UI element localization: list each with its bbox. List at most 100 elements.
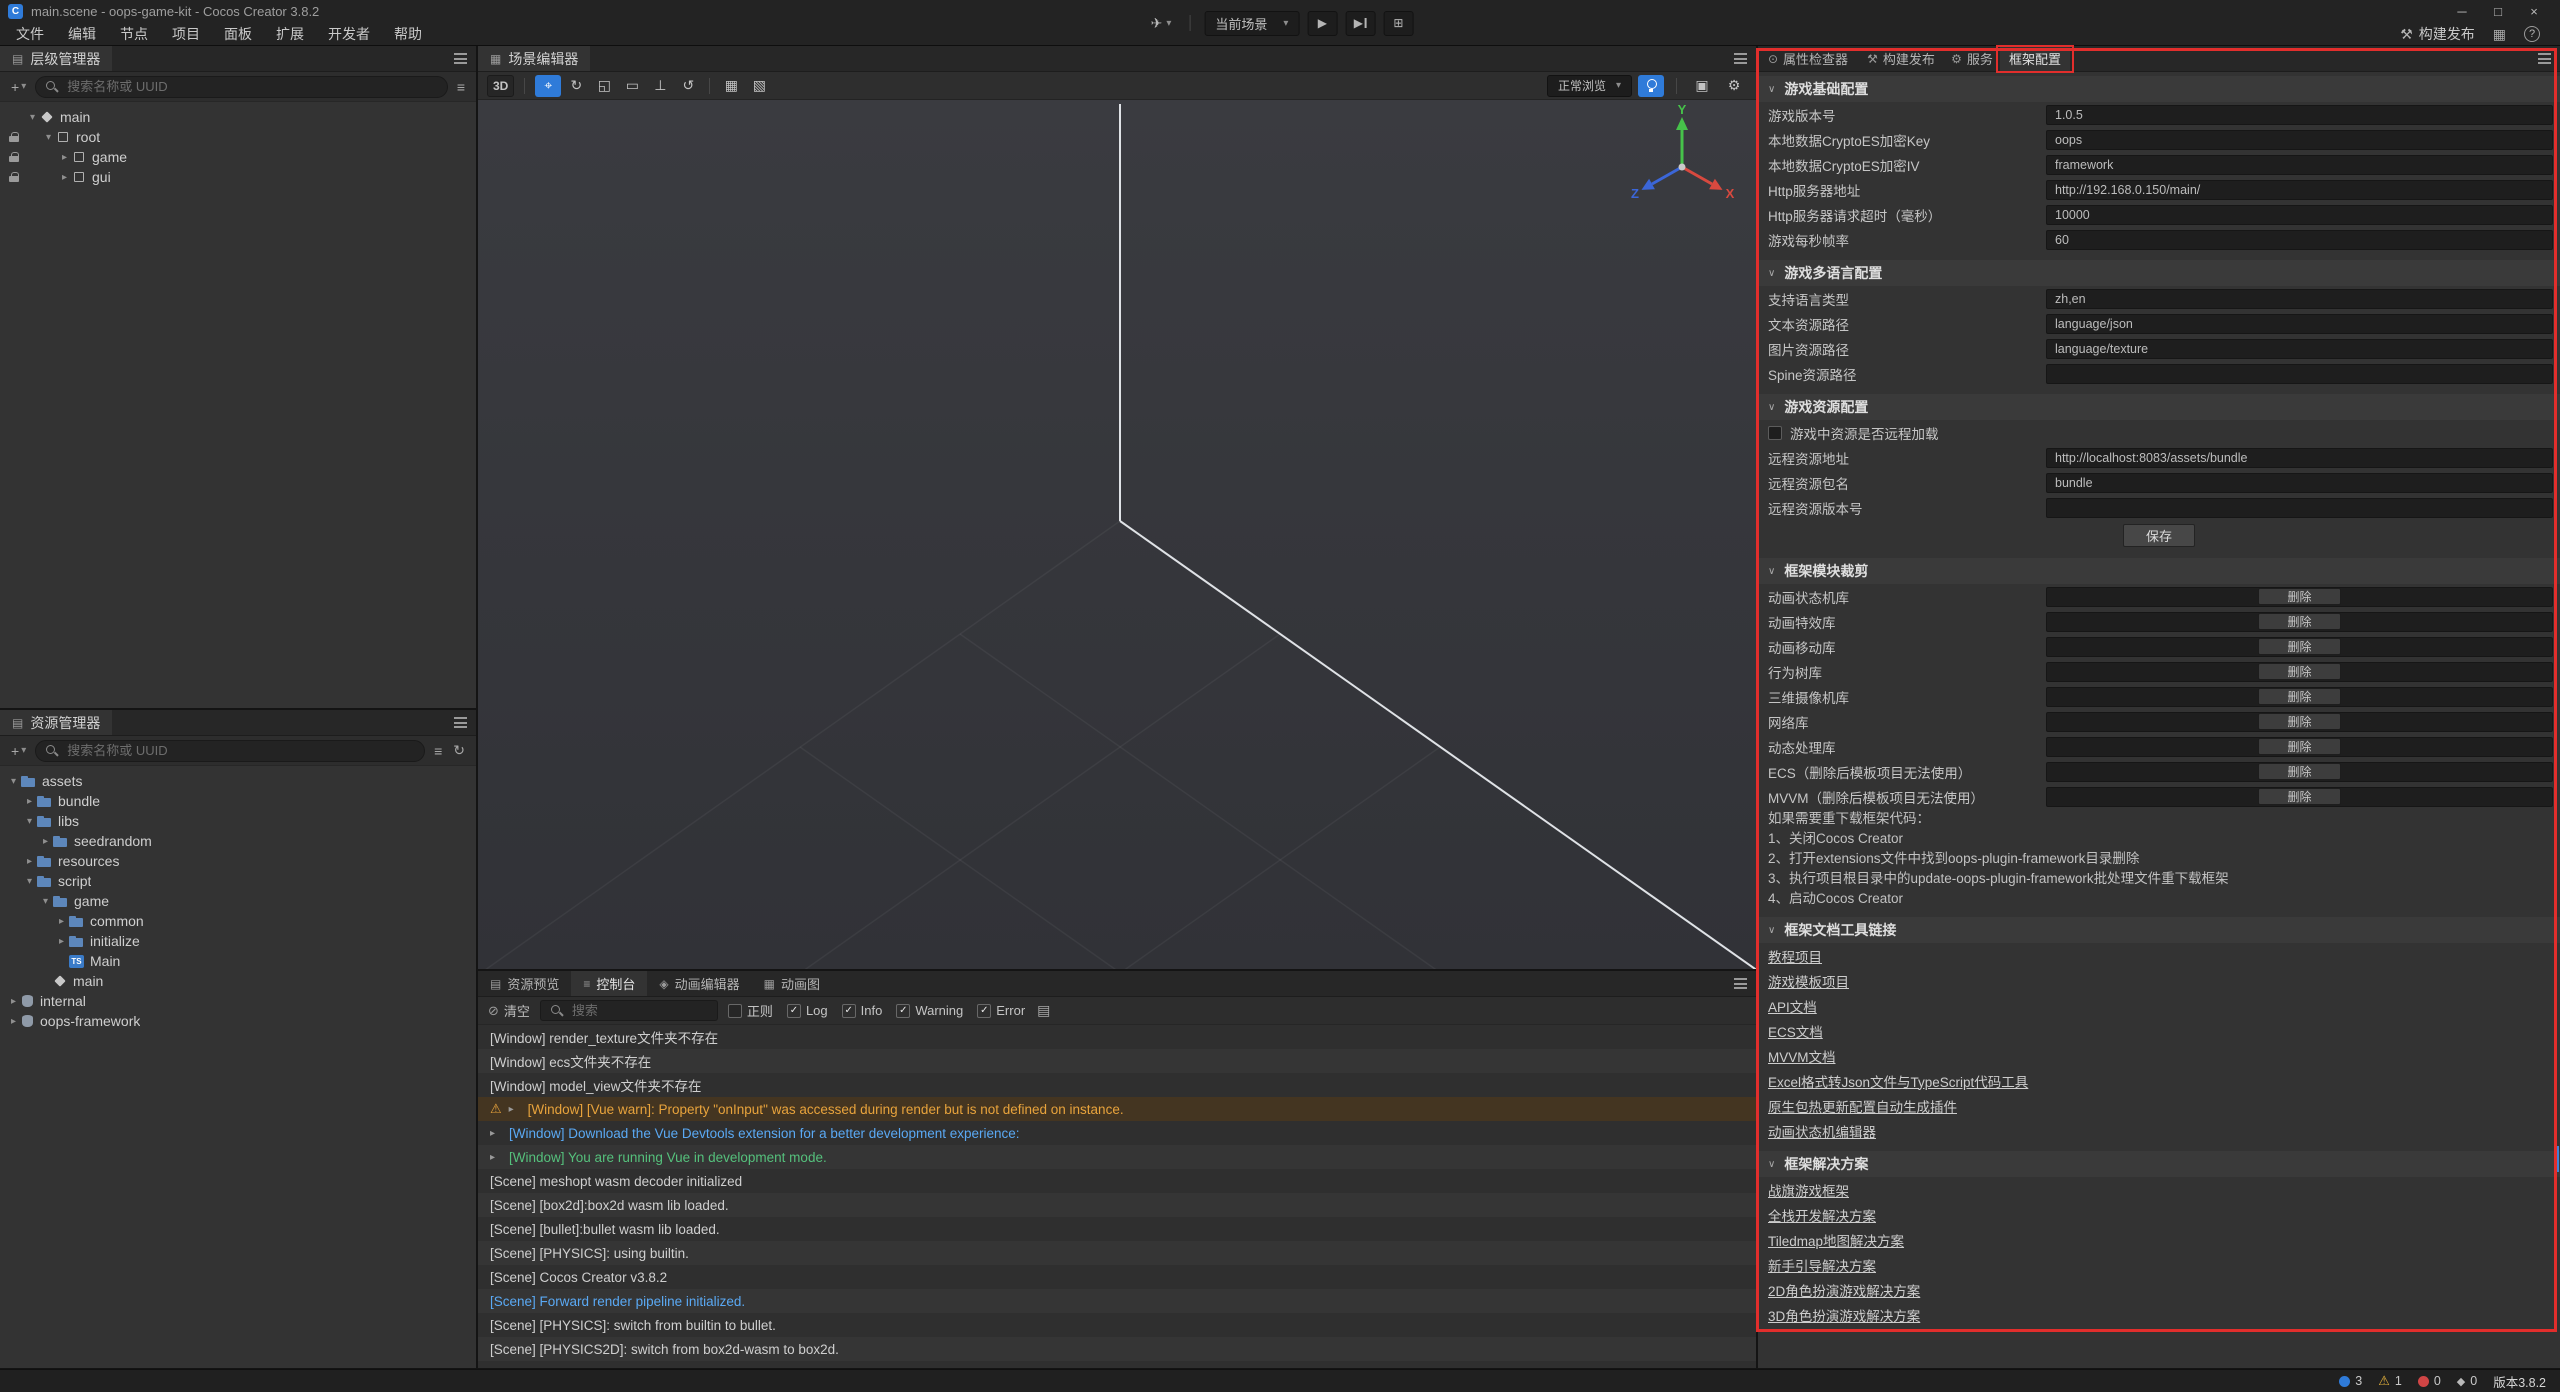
checkbox-icon[interactable]: ✓ bbox=[977, 1004, 991, 1018]
doc-link[interactable]: 全栈开发解决方案 bbox=[1768, 1205, 1876, 1225]
collapse-icon[interactable]: ▾ bbox=[38, 896, 53, 907]
tree-row[interactable]: ▸gui bbox=[6, 167, 476, 187]
panel-menu-button[interactable] bbox=[2528, 46, 2560, 71]
log-row[interactable]: [Scene] Cocos Creator v3.8.2 bbox=[478, 1265, 1756, 1289]
delete-button[interactable]: 删除 bbox=[2258, 588, 2340, 605]
view-mode-dropdown[interactable]: 正常浏览 ▾ bbox=[1547, 75, 1632, 97]
tree-row[interactable]: main bbox=[6, 971, 476, 991]
section-basic-header[interactable]: ∨ 游戏基础配置 bbox=[1758, 76, 2560, 102]
expand-icon[interactable]: ▸ bbox=[22, 856, 37, 867]
text-field[interactable]: language/texture bbox=[2046, 339, 2553, 359]
preview-window-icon[interactable]: ▦ bbox=[2491, 26, 2508, 43]
info-count[interactable]: 3 bbox=[2339, 1374, 2362, 1388]
tree-row[interactable]: ▸seedrandom bbox=[6, 831, 476, 851]
doc-link[interactable]: Excel格式转Json文件与TypeScript代码工具 bbox=[1768, 1071, 2028, 1091]
tab-services[interactable]: ⚙服务 bbox=[1944, 46, 2000, 71]
tab-inspector[interactable]: ⊙属性检查器 bbox=[1758, 46, 1858, 71]
console-search[interactable] bbox=[540, 1000, 718, 1021]
doc-link[interactable]: 动画状态机编辑器 bbox=[1768, 1121, 1876, 1141]
menu-item[interactable]: 面板 bbox=[212, 22, 264, 46]
expand-icon[interactable]: ▸ bbox=[57, 172, 72, 183]
tab-animation-graph[interactable]: ▦动画图 bbox=[752, 971, 832, 996]
log-row[interactable]: [Window] render_texture文件夹不存在 bbox=[478, 1025, 1756, 1049]
menu-item[interactable]: 开发者 bbox=[316, 22, 382, 46]
scene-settings-button[interactable]: ⚙ bbox=[1721, 75, 1747, 97]
snap-grid-tool[interactable]: ▦ bbox=[718, 75, 744, 97]
delete-button[interactable]: 删除 bbox=[2258, 738, 2340, 755]
play-button[interactable]: ▶ bbox=[1307, 11, 1337, 36]
info-filter[interactable]: ✓Info bbox=[842, 1003, 883, 1018]
menu-item[interactable]: 文件 bbox=[4, 22, 56, 46]
tab-framework-config[interactable]: 框架配置 bbox=[2000, 46, 2070, 71]
expand-icon[interactable]: ▸ bbox=[38, 836, 53, 847]
tab-assets[interactable]: ▤ 资源管理器 bbox=[0, 710, 112, 735]
panel-menu-button[interactable] bbox=[444, 46, 476, 71]
expand-icon[interactable]: ▸ bbox=[490, 1152, 502, 1163]
maximize-button[interactable]: □ bbox=[2480, 1, 2516, 21]
layout-button[interactable]: ⊞ bbox=[1383, 11, 1413, 36]
delete-button[interactable]: 删除 bbox=[2258, 713, 2340, 730]
orientation-gizmo[interactable]: Y X Z bbox=[1622, 105, 1742, 225]
doc-link[interactable]: API文档 bbox=[1768, 996, 1817, 1016]
doc-link[interactable]: 2D角色扮演游戏解决方案 bbox=[1768, 1280, 1920, 1300]
tree-row[interactable]: ▸bundle bbox=[6, 791, 476, 811]
text-field[interactable]: oops bbox=[2046, 130, 2553, 150]
warning-filter[interactable]: ✓Warning bbox=[896, 1003, 963, 1018]
error-filter[interactable]: ✓Error bbox=[977, 1003, 1025, 1018]
delete-button[interactable]: 删除 bbox=[2258, 688, 2340, 705]
text-field[interactable]: framework bbox=[2046, 155, 2553, 175]
text-field[interactable]: zh,en bbox=[2046, 289, 2553, 309]
filter-icon[interactable]: ≡ bbox=[432, 743, 444, 759]
tree-row[interactable]: ▾root bbox=[6, 127, 476, 147]
step-button[interactable]: ▶ bbox=[1345, 11, 1375, 36]
log-row[interactable]: [Scene] [bullet]:bullet wasm lib loaded. bbox=[478, 1217, 1756, 1241]
checkbox-icon[interactable]: ✓ bbox=[842, 1004, 856, 1018]
preview-target-button[interactable]: ✈▾ bbox=[1147, 15, 1176, 32]
checkbox-icon[interactable]: ✓ bbox=[896, 1004, 910, 1018]
scale-tool[interactable]: ◱ bbox=[591, 75, 617, 97]
log-row[interactable]: [Window] ecs文件夹不存在 bbox=[478, 1049, 1756, 1073]
create-asset-button[interactable]: +▾ bbox=[9, 743, 28, 759]
console-search-input[interactable] bbox=[570, 1002, 708, 1019]
pivot-toggle-tool[interactable]: ▧ bbox=[746, 75, 772, 97]
log-row[interactable]: [Scene] [box2d]:box2d wasm lib loaded. bbox=[478, 1193, 1756, 1217]
log-row[interactable]: [Scene] [PHYSICS2D]: switch from box2d-w… bbox=[478, 1337, 1756, 1361]
tab-console[interactable]: ≡控制台 bbox=[571, 971, 647, 996]
scrollbar-thumb[interactable] bbox=[2555, 1146, 2559, 1172]
remote-load-checkbox[interactable] bbox=[1768, 426, 1782, 440]
rect-tool[interactable]: ▭ bbox=[619, 75, 645, 97]
scene-viewport[interactable]: Y X Z bbox=[478, 100, 1756, 969]
collapse-icon[interactable]: ▾ bbox=[22, 816, 37, 827]
checkbox-icon[interactable]: ✓ bbox=[787, 1004, 801, 1018]
help-icon[interactable]: ? bbox=[2524, 26, 2540, 42]
log-row[interactable]: ▸[Window] Download the Vue Devtools exte… bbox=[478, 1121, 1756, 1145]
doc-link[interactable]: 游戏模板项目 bbox=[1768, 971, 1849, 991]
delete-button[interactable]: 删除 bbox=[2258, 638, 2340, 655]
panel-menu-button[interactable] bbox=[444, 710, 476, 735]
delete-button[interactable]: 删除 bbox=[2258, 613, 2340, 630]
tree-row[interactable]: ▾script bbox=[6, 871, 476, 891]
text-field[interactable]: http://localhost:8083/assets/bundle bbox=[2046, 448, 2553, 468]
doc-link[interactable]: ECS文档 bbox=[1768, 1021, 1823, 1041]
refresh-icon[interactable]: ↻ bbox=[451, 742, 467, 759]
doc-link[interactable]: 3D角色扮演游戏解决方案 bbox=[1768, 1305, 1920, 1325]
filter-icon[interactable]: ≡ bbox=[455, 79, 467, 95]
log-row[interactable]: [Scene] [PHYSICS]: switch from builtin t… bbox=[478, 1313, 1756, 1337]
doc-link[interactable]: 教程项目 bbox=[1768, 946, 1822, 966]
delete-button[interactable]: 删除 bbox=[2258, 763, 2340, 780]
expand-icon[interactable]: ▸ bbox=[22, 796, 37, 807]
menu-item[interactable]: 编辑 bbox=[56, 22, 108, 46]
section-modules-header[interactable]: ∨ 框架模块裁剪 bbox=[1758, 558, 2560, 584]
tree-row[interactable]: ▾libs bbox=[6, 811, 476, 831]
expand-icon[interactable]: ▸ bbox=[54, 936, 69, 947]
tree-row[interactable]: ▸resources bbox=[6, 851, 476, 871]
section-docs-header[interactable]: ∨ 框架文档工具链接 bbox=[1758, 917, 2560, 943]
collapse-icon[interactable]: ▾ bbox=[25, 112, 40, 123]
log-row[interactable]: [Window] model_view文件夹不存在 bbox=[478, 1073, 1756, 1097]
expand-icon[interactable]: ▸ bbox=[490, 1128, 502, 1139]
open-log-file-icon[interactable]: ▤ bbox=[1035, 1002, 1052, 1019]
collapse-icon[interactable]: ▾ bbox=[41, 132, 56, 143]
anchor-tool[interactable]: ⊥ bbox=[647, 75, 673, 97]
expand-icon[interactable]: ▸ bbox=[6, 996, 21, 1007]
doc-link[interactable]: 战旗游戏框架 bbox=[1768, 1180, 1849, 1200]
